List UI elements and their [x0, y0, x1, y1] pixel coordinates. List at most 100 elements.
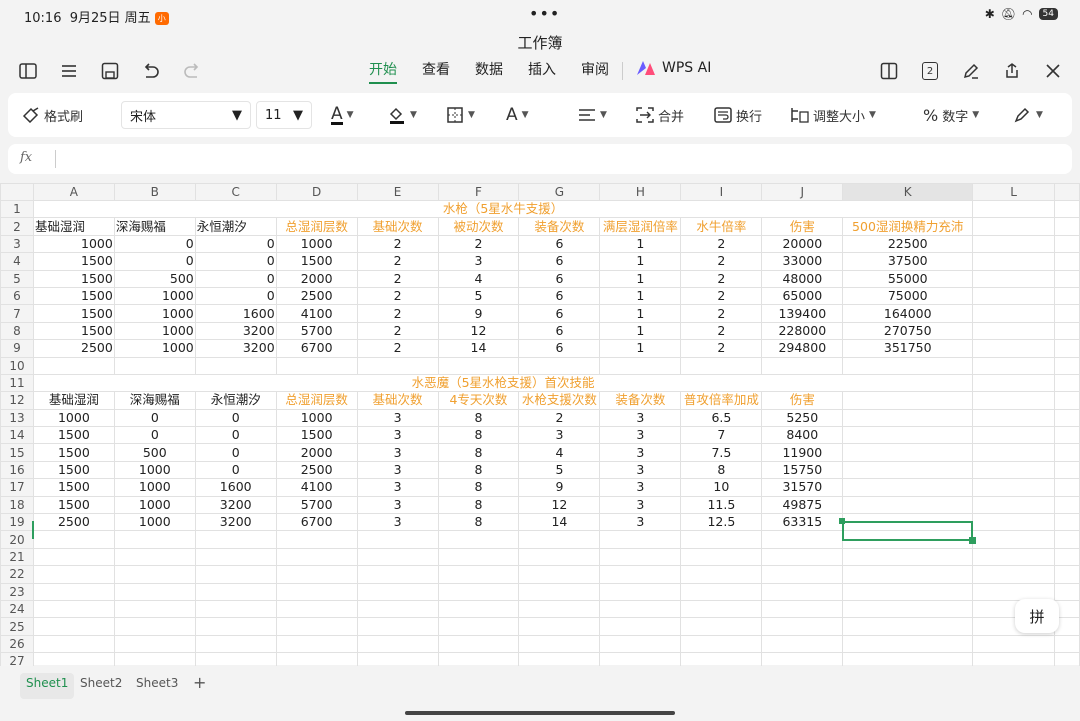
cell[interactable]: [32, 582, 115, 601]
cell[interactable]: 8: [680, 460, 763, 480]
cell[interactable]: [761, 599, 844, 619]
cell[interactable]: 0: [113, 408, 196, 428]
cell[interactable]: 1: [599, 286, 682, 306]
row-header[interactable]: 3: [0, 234, 34, 254]
cell[interactable]: [599, 356, 682, 375]
cell[interactable]: [972, 252, 1055, 271]
cell[interactable]: [761, 634, 844, 654]
cell[interactable]: 4专天次数: [437, 391, 520, 410]
cell[interactable]: [842, 495, 974, 515]
cell[interactable]: [972, 565, 1055, 584]
cell[interactable]: 15750: [761, 460, 844, 480]
column-header[interactable]: E: [356, 183, 439, 201]
font-style-button[interactable]: A ▼: [506, 93, 529, 137]
column-header[interactable]: K: [842, 183, 974, 201]
cell[interactable]: [680, 582, 763, 601]
tab-insert[interactable]: 插入: [528, 60, 556, 84]
cell[interactable]: [194, 565, 277, 584]
cell[interactable]: 0: [194, 443, 277, 462]
cell[interactable]: [194, 530, 277, 549]
cell[interactable]: 2: [356, 252, 439, 271]
cell[interactable]: [972, 443, 1055, 462]
cell[interactable]: [275, 634, 358, 654]
cell[interactable]: 2: [356, 234, 439, 254]
cell[interactable]: 被动次数: [437, 217, 520, 236]
cell[interactable]: 3: [599, 478, 682, 497]
cell[interactable]: [32, 547, 115, 567]
cell[interactable]: [437, 530, 520, 549]
cell[interactable]: 永恒潮汐: [194, 217, 277, 236]
cell[interactable]: 满层湿润倍率: [599, 217, 682, 236]
cell[interactable]: [437, 634, 520, 654]
cell[interactable]: 水牛倍率: [680, 217, 763, 236]
row-header[interactable]: 20: [0, 530, 34, 549]
cell[interactable]: 0: [194, 426, 277, 445]
cell[interactable]: 5700: [275, 495, 358, 515]
cell[interactable]: [761, 547, 844, 567]
cell[interactable]: 1000: [275, 408, 358, 428]
cell[interactable]: 2: [356, 339, 439, 358]
cell[interactable]: [972, 495, 1055, 515]
cell[interactable]: [32, 356, 115, 375]
row-header[interactable]: 13: [0, 408, 34, 428]
cell[interactable]: [680, 599, 763, 619]
cell[interactable]: 1000: [113, 321, 196, 341]
cell[interactable]: [437, 565, 520, 584]
cell[interactable]: 3: [599, 443, 682, 462]
cell[interactable]: [275, 617, 358, 636]
font-color-button[interactable]: A ▼: [331, 93, 354, 137]
share-icon[interactable]: [998, 58, 1026, 84]
cell[interactable]: [113, 599, 196, 619]
cell[interactable]: [518, 634, 601, 654]
tab-data[interactable]: 数据: [475, 60, 503, 84]
cell[interactable]: [599, 530, 682, 549]
row-header[interactable]: 26: [0, 634, 34, 654]
cell[interactable]: 12.5: [680, 513, 763, 532]
cell[interactable]: 深海赐福: [113, 391, 196, 410]
row-header[interactable]: 7: [0, 304, 34, 323]
cell[interactable]: 20000: [761, 234, 844, 254]
cell[interactable]: [518, 547, 601, 567]
add-sheet-icon[interactable]: +: [187, 673, 212, 699]
resize-button[interactable]: 调整大小 ▼: [791, 93, 876, 137]
cell[interactable]: [972, 408, 1055, 428]
cell[interactable]: [842, 599, 974, 619]
cell[interactable]: 10: [680, 478, 763, 497]
cell[interactable]: 2: [680, 321, 763, 341]
column-header[interactable]: I: [680, 183, 763, 201]
cell[interactable]: [761, 356, 844, 375]
cell[interactable]: 3200: [194, 513, 277, 532]
cell[interactable]: 0: [194, 460, 277, 480]
cell[interactable]: 14: [518, 513, 601, 532]
cell[interactable]: [275, 565, 358, 584]
cell[interactable]: 0: [194, 252, 277, 271]
cell[interactable]: [842, 478, 974, 497]
cell[interactable]: [32, 599, 115, 619]
cell[interactable]: 2: [680, 252, 763, 271]
align-button[interactable]: ▼: [578, 93, 607, 137]
cell[interactable]: [972, 391, 1055, 410]
cell[interactable]: [842, 391, 974, 410]
cell[interactable]: [194, 599, 277, 619]
cell[interactable]: [356, 530, 439, 549]
cell[interactable]: 22500: [842, 234, 974, 254]
cell[interactable]: 500湿润换精力充沛: [842, 217, 974, 236]
cell[interactable]: [972, 339, 1055, 358]
cell[interactable]: 1500: [32, 304, 115, 323]
cell[interactable]: 1000: [113, 304, 196, 323]
cell[interactable]: [356, 547, 439, 567]
borders-button[interactable]: ▼: [446, 93, 475, 137]
column-header[interactable]: J: [761, 183, 844, 201]
cell[interactable]: [842, 426, 974, 445]
fill-color-button[interactable]: ▼: [388, 93, 417, 137]
cell[interactable]: 37500: [842, 252, 974, 271]
wrap-text-button[interactable]: 换行: [714, 93, 762, 137]
cell[interactable]: [842, 582, 974, 601]
cell[interactable]: 2: [356, 286, 439, 306]
row-header[interactable]: 8: [0, 321, 34, 341]
cell[interactable]: 1000: [32, 408, 115, 428]
cell[interactable]: [275, 356, 358, 375]
cell[interactable]: 4: [437, 269, 520, 288]
cell[interactable]: 500: [113, 443, 196, 462]
cell[interactable]: [599, 599, 682, 619]
